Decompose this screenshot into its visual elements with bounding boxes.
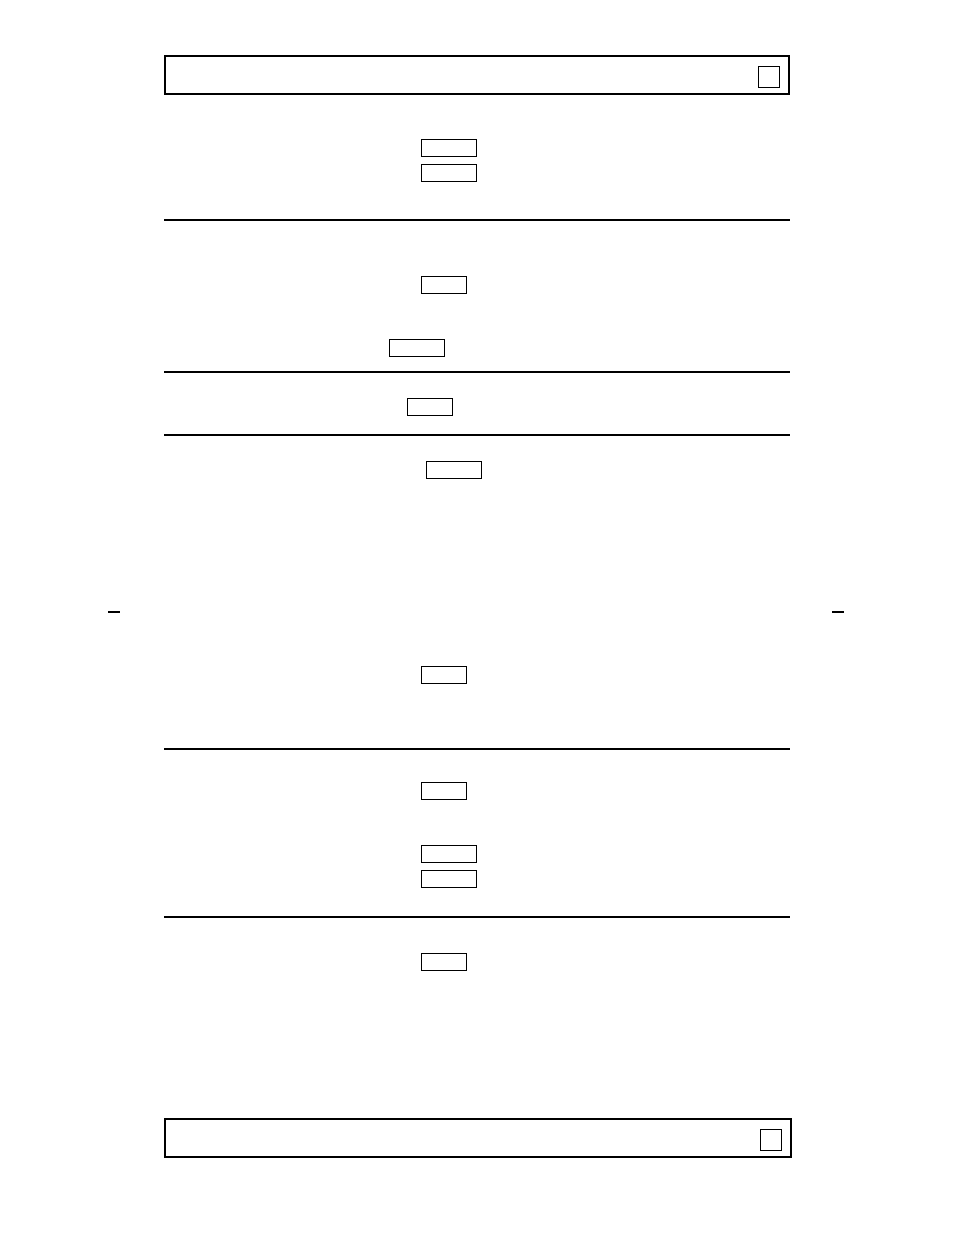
top-page-number-box — [758, 66, 780, 88]
field-box-7b[interactable] — [421, 870, 477, 888]
field-box-5[interactable] — [421, 666, 467, 684]
field-box-1a[interactable] — [421, 139, 477, 157]
divider-2 — [164, 371, 790, 373]
bottom-page-number-box — [760, 1129, 782, 1151]
crop-mark-right — [832, 611, 844, 613]
field-box-1b[interactable] — [421, 164, 477, 182]
top-banner-frame — [164, 55, 790, 95]
field-box-6[interactable] — [421, 782, 467, 800]
field-box-3[interactable] — [407, 398, 453, 416]
page — [0, 0, 954, 1235]
divider-4 — [164, 748, 790, 750]
divider-3 — [164, 434, 790, 436]
field-box-8[interactable] — [421, 953, 467, 971]
field-box-2b[interactable] — [389, 339, 445, 357]
bottom-banner-frame — [164, 1118, 792, 1158]
field-box-2a[interactable] — [421, 276, 467, 294]
field-box-4[interactable] — [426, 461, 482, 479]
crop-mark-left — [108, 611, 120, 613]
divider-5 — [164, 916, 790, 918]
field-box-7a[interactable] — [421, 845, 477, 863]
divider-1 — [164, 219, 790, 221]
